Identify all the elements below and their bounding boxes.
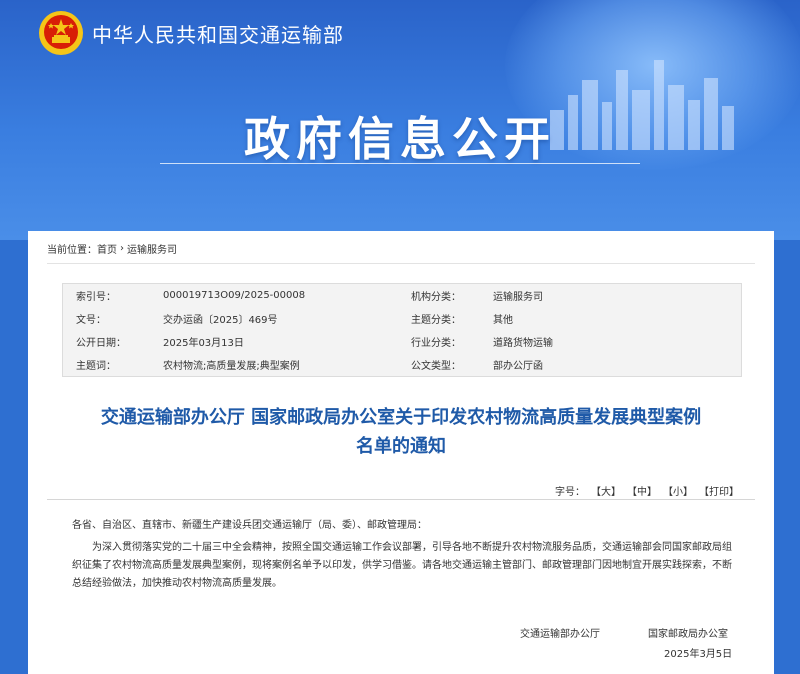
- meta-value: 交办运函〔2025〕469号: [163, 315, 278, 326]
- meta-key: 文号：: [76, 315, 106, 326]
- article-title: 交通运输部办公厅 国家邮政局办公室关于印发农村物流高质量发展典型案例 名单的通知: [48, 403, 754, 461]
- document-meta-table: 索引号： 000019713O09/2025-00008 机构分类： 运输服务司…: [62, 283, 742, 377]
- meta-row: 索引号： 000019713O09/2025-00008 机构分类： 运输服务司: [63, 284, 741, 307]
- national-emblem-icon: [39, 11, 83, 55]
- font-medium-button[interactable]: 【中】: [627, 483, 657, 498]
- signer-mot-office: 交通运输部办公厅: [520, 629, 600, 640]
- breadcrumb-separator: ›: [120, 243, 124, 254]
- title-divider: [160, 163, 640, 164]
- font-small-button[interactable]: 【小】: [663, 483, 693, 498]
- body-paragraph: 为深入贯彻落实党的二十届三中全会精神，按照全国交通运输工作会议部署，引导各地不断…: [72, 542, 732, 589]
- article-divider: [47, 499, 755, 500]
- section-title: 政府信息公开: [244, 112, 556, 166]
- article-title-line: 交通运输部办公厅 国家邮政局办公室关于印发农村物流高质量发展典型案例: [100, 407, 702, 428]
- meta-key: 行业分类：: [411, 338, 461, 349]
- document-date: 2025年3月5日: [664, 649, 733, 660]
- meta-value: 部办公厅函: [493, 361, 543, 372]
- signer-spb-office: 国家邮政局办公室: [648, 629, 728, 640]
- breadcrumb: 当前位置： 首页 › 运输服务司: [47, 241, 177, 256]
- site-brand[interactable]: 中华人民共和国交通运输部: [38, 10, 344, 56]
- font-size-toolbar: 字号： 【大】 【中】 【小】 【打印】: [555, 483, 739, 498]
- meta-row: 文号： 交办运函〔2025〕469号 主题分类： 其他: [63, 307, 741, 330]
- header-banner: 中华人民共和国交通运输部 政府信息公开: [0, 0, 800, 240]
- meta-key: 公开日期：: [76, 338, 126, 349]
- font-size-label: 字号：: [555, 487, 585, 498]
- meta-key: 主题分类：: [411, 315, 461, 326]
- meta-row: 主题词： 农村物流;高质量发展;典型案例 公文类型： 部办公厅函: [63, 353, 741, 376]
- breadcrumb-divider: [47, 263, 755, 264]
- content-panel: 当前位置： 首页 › 运输服务司 索引号： 000019713O09/2025-…: [28, 231, 774, 674]
- meta-value: 运输服务司: [493, 292, 543, 303]
- meta-value: 其他: [493, 315, 513, 326]
- meta-value: 000019713O09/2025-00008: [163, 290, 306, 301]
- print-button[interactable]: 【打印】: [699, 483, 739, 498]
- meta-value: 农村物流;高质量发展;典型案例: [163, 361, 300, 372]
- meta-value: 道路货物运输: [493, 338, 553, 349]
- font-large-button[interactable]: 【大】: [591, 483, 621, 498]
- meta-key: 主题词：: [76, 361, 116, 372]
- breadcrumb-home-link[interactable]: 首页: [97, 241, 117, 256]
- meta-key: 公文类型：: [411, 361, 461, 372]
- meta-key: 机构分类：: [411, 292, 461, 303]
- article-title-line: 名单的通知: [356, 436, 446, 457]
- breadcrumb-current-link[interactable]: 运输服务司: [127, 241, 177, 256]
- addressee: 各省、自治区、直辖市、新疆生产建设兵团交通运输厅（局、委）、邮政管理局：: [72, 520, 427, 531]
- meta-row: 公开日期： 2025年03月13日 行业分类： 道路货物运输: [63, 330, 741, 353]
- meta-value: 2025年03月13日: [163, 338, 244, 349]
- meta-key: 索引号：: [76, 292, 116, 303]
- site-name: 中华人民共和国交通运输部: [92, 22, 344, 47]
- breadcrumb-prefix: 当前位置：: [47, 245, 97, 256]
